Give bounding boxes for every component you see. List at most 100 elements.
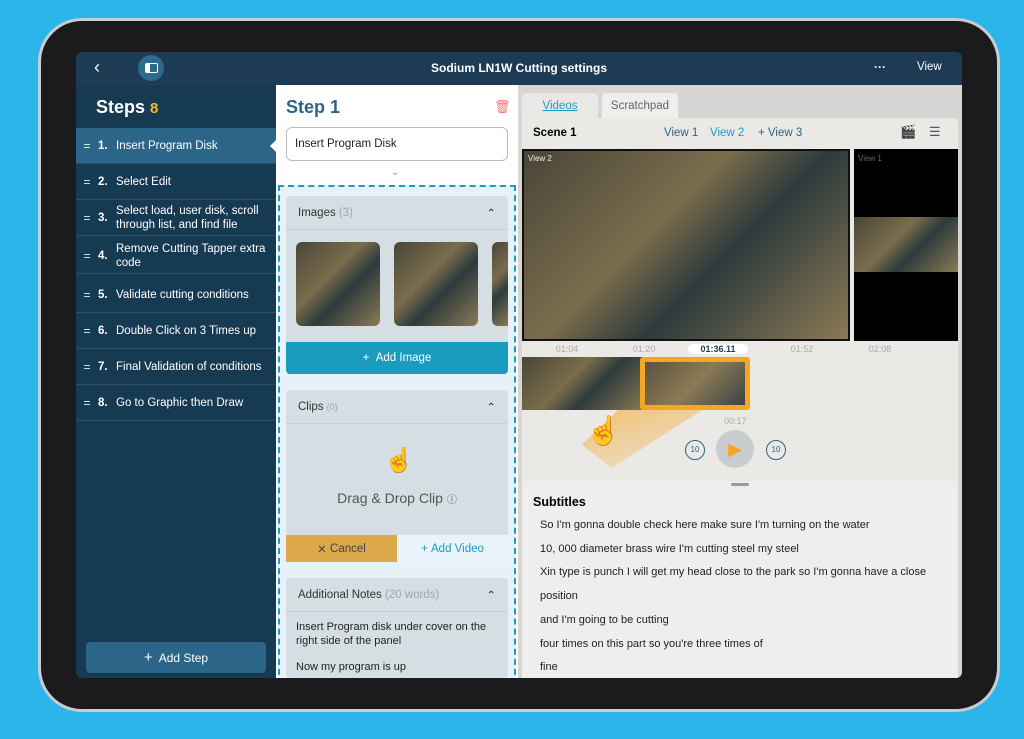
- drag-hand-icon: ☝: [384, 447, 414, 474]
- timeline-filmstrip[interactable]: [522, 357, 644, 410]
- drag-handle-icon[interactable]: =: [76, 139, 98, 153]
- chevron-up-icon[interactable]: ⌃: [486, 400, 496, 414]
- notes-line: Now my program is up: [296, 661, 407, 673]
- rewind-10-icon[interactable]: 10: [685, 440, 705, 460]
- subtitle-line[interactable]: and I'm going to be cutting: [540, 614, 669, 626]
- step-label: Double Click on 3 Times up: [116, 324, 256, 337]
- drag-handle-icon[interactable]: =: [76, 396, 98, 410]
- top-bar: ‹ Sodium LN1W Cutting settings ··· View: [76, 52, 962, 85]
- clips-count: (0): [326, 401, 338, 412]
- selected-clip[interactable]: [640, 357, 750, 410]
- sidebar-step-item[interactable]: = 8. Go to Graphic then Draw: [76, 385, 276, 421]
- chevron-up-icon[interactable]: ⌃: [486, 206, 496, 220]
- subtitles-panel: Subtitles So I'm gonna double check here…: [522, 481, 958, 678]
- main-video[interactable]: View 2: [522, 149, 850, 341]
- side-video[interactable]: View 1: [854, 149, 958, 341]
- add-step-button[interactable]: + Add Step: [86, 642, 266, 673]
- view-2-tab[interactable]: View 2: [710, 127, 744, 139]
- steps-sidebar: Steps 8 = 1. Insert Program Disk = 2. Select …: [76, 85, 277, 678]
- image-thumbnail[interactable]: [492, 242, 508, 326]
- cancel-label: Cancel: [330, 542, 366, 555]
- video-view-label: View 2: [528, 154, 552, 163]
- add-step-label: Add Step: [158, 650, 209, 665]
- subtitle-line[interactable]: 10, 000 diameter brass wire I'm cutting …: [540, 543, 799, 555]
- subtitle-line[interactable]: Xin type is punch I will get my head clo…: [540, 566, 926, 578]
- resize-handle[interactable]: [731, 483, 749, 486]
- step-number: 6.: [98, 324, 108, 337]
- app-screen: ‹ Sodium LN1W Cutting settings ··· View …: [76, 52, 962, 678]
- trash-icon[interactable]: 🗑: [494, 99, 511, 115]
- subtitle-line[interactable]: position: [540, 590, 578, 602]
- tab-videos[interactable]: Videos: [522, 93, 598, 118]
- view-3-label: View 3: [767, 127, 803, 139]
- steps-title: Steps 8: [96, 97, 158, 118]
- chevron-up-icon[interactable]: ⌃: [486, 588, 496, 602]
- sidebar-step-item[interactable]: = 4. Remove Cutting Tapper extra code: [76, 238, 276, 274]
- drag-handle-icon[interactable]: =: [76, 360, 98, 374]
- document-title: Sodium LN1W Cutting settings: [431, 61, 607, 75]
- help-icon[interactable]: ⓘ: [447, 495, 457, 506]
- step-name-input[interactable]: Insert Program Disk: [286, 127, 508, 161]
- drag-handle-icon[interactable]: =: [76, 324, 98, 338]
- sidebar-step-item[interactable]: = 1. Insert Program Disk: [76, 128, 277, 164]
- forward-10-icon[interactable]: 10: [766, 440, 786, 460]
- list-icon[interactable]: ☰: [929, 124, 941, 140]
- add-image-label: Add Image: [375, 352, 432, 364]
- play-button[interactable]: ▶: [716, 430, 754, 468]
- steps-count: 8: [150, 100, 159, 117]
- video-view-label: View 1: [858, 154, 882, 163]
- add-view-3-button[interactable]: + View 3: [758, 127, 802, 139]
- chevron-down-icon[interactable]: ⌄: [391, 167, 399, 178]
- drag-drop-text: Drag & Drop Clip: [337, 490, 443, 506]
- image-thumbnail[interactable]: [394, 242, 478, 326]
- drag-handle-icon[interactable]: =: [76, 175, 98, 189]
- drag-handle-icon[interactable]: =: [76, 249, 98, 263]
- cancel-button[interactable]: ✕ Cancel: [286, 535, 397, 562]
- timeline-tick: 02:08: [868, 344, 892, 354]
- step-number: 7.: [98, 360, 108, 373]
- sidebar-step-item[interactable]: = 6. Double Click on 3 Times up: [76, 313, 276, 349]
- step-title: Step 1: [286, 97, 341, 117]
- notes-label: Additional Notes: [298, 588, 382, 601]
- images-label: Images: [298, 206, 336, 219]
- add-video-button[interactable]: + Add Video: [397, 535, 508, 562]
- tab-scratchpad[interactable]: Scratchpad: [602, 93, 678, 118]
- image-thumbnail[interactable]: [296, 242, 380, 326]
- sidebar-step-item[interactable]: = 2. Select Edit: [76, 164, 276, 200]
- sidebar-step-item[interactable]: = 5. Validate cutting conditions: [76, 277, 276, 313]
- images-count: (3): [338, 206, 353, 219]
- step-label: Select Edit: [116, 175, 171, 188]
- step-number: 8.: [98, 396, 108, 409]
- clips-card: Clips (0) ⌃ ☝ Drag & Drop Clip ⓘ ✕ Cancel…: [286, 390, 508, 562]
- subtitle-line[interactable]: fine: [540, 661, 558, 673]
- steps-label: Steps: [96, 97, 146, 117]
- video-panel: Videos Scratchpad Scene 1 View 1 View 2 …: [518, 85, 962, 678]
- view-button[interactable]: View: [917, 61, 942, 73]
- step-editor: Step 1 🗑 Insert Program Disk ⌄ Images (3…: [276, 85, 518, 678]
- add-image-button[interactable]: + Add Image: [286, 342, 508, 374]
- view-1-tab[interactable]: View 1: [664, 127, 698, 139]
- drag-handle-icon[interactable]: =: [76, 211, 98, 225]
- scene-area: Scene 1 View 1 View 2 + View 3 🎬 ☰ View …: [522, 118, 958, 481]
- sidebar-step-item[interactable]: = 3. Select load, user disk, scroll throug…: [76, 200, 276, 236]
- step-number: 1.: [98, 139, 108, 152]
- timeline-tick: 01:52: [790, 344, 814, 354]
- sidebar-step-item[interactable]: = 7. Final Validation of conditions: [76, 349, 276, 385]
- clapperboard-icon[interactable]: 🎬: [900, 124, 916, 140]
- timeline-tick: 01:04: [555, 344, 579, 354]
- step-label: Final Validation of conditions: [116, 360, 262, 373]
- step-label: Validate cutting conditions: [116, 288, 249, 301]
- more-icon[interactable]: ···: [874, 60, 886, 74]
- images-card: Images (3) ⌃ + Add Image: [286, 196, 508, 374]
- step-label: Select load, user disk, scroll through l…: [116, 204, 259, 231]
- notes-textarea[interactable]: Insert Program disk under cover on the r…: [286, 612, 508, 678]
- step-label: Insert Program Disk: [116, 139, 218, 152]
- drag-handle-icon[interactable]: =: [76, 288, 98, 302]
- step-number: 4.: [98, 249, 108, 262]
- subtitle-line[interactable]: So I'm gonna double check here make sure…: [540, 519, 870, 531]
- playhead-time[interactable]: 01:36.11: [688, 344, 748, 354]
- subtitle-line[interactable]: four times on this part so you're three …: [540, 638, 763, 650]
- step-label: Remove Cutting Tapper extra code: [116, 242, 266, 269]
- step-number: 3.: [98, 211, 108, 224]
- step-label: Go to Graphic then Draw: [116, 396, 244, 409]
